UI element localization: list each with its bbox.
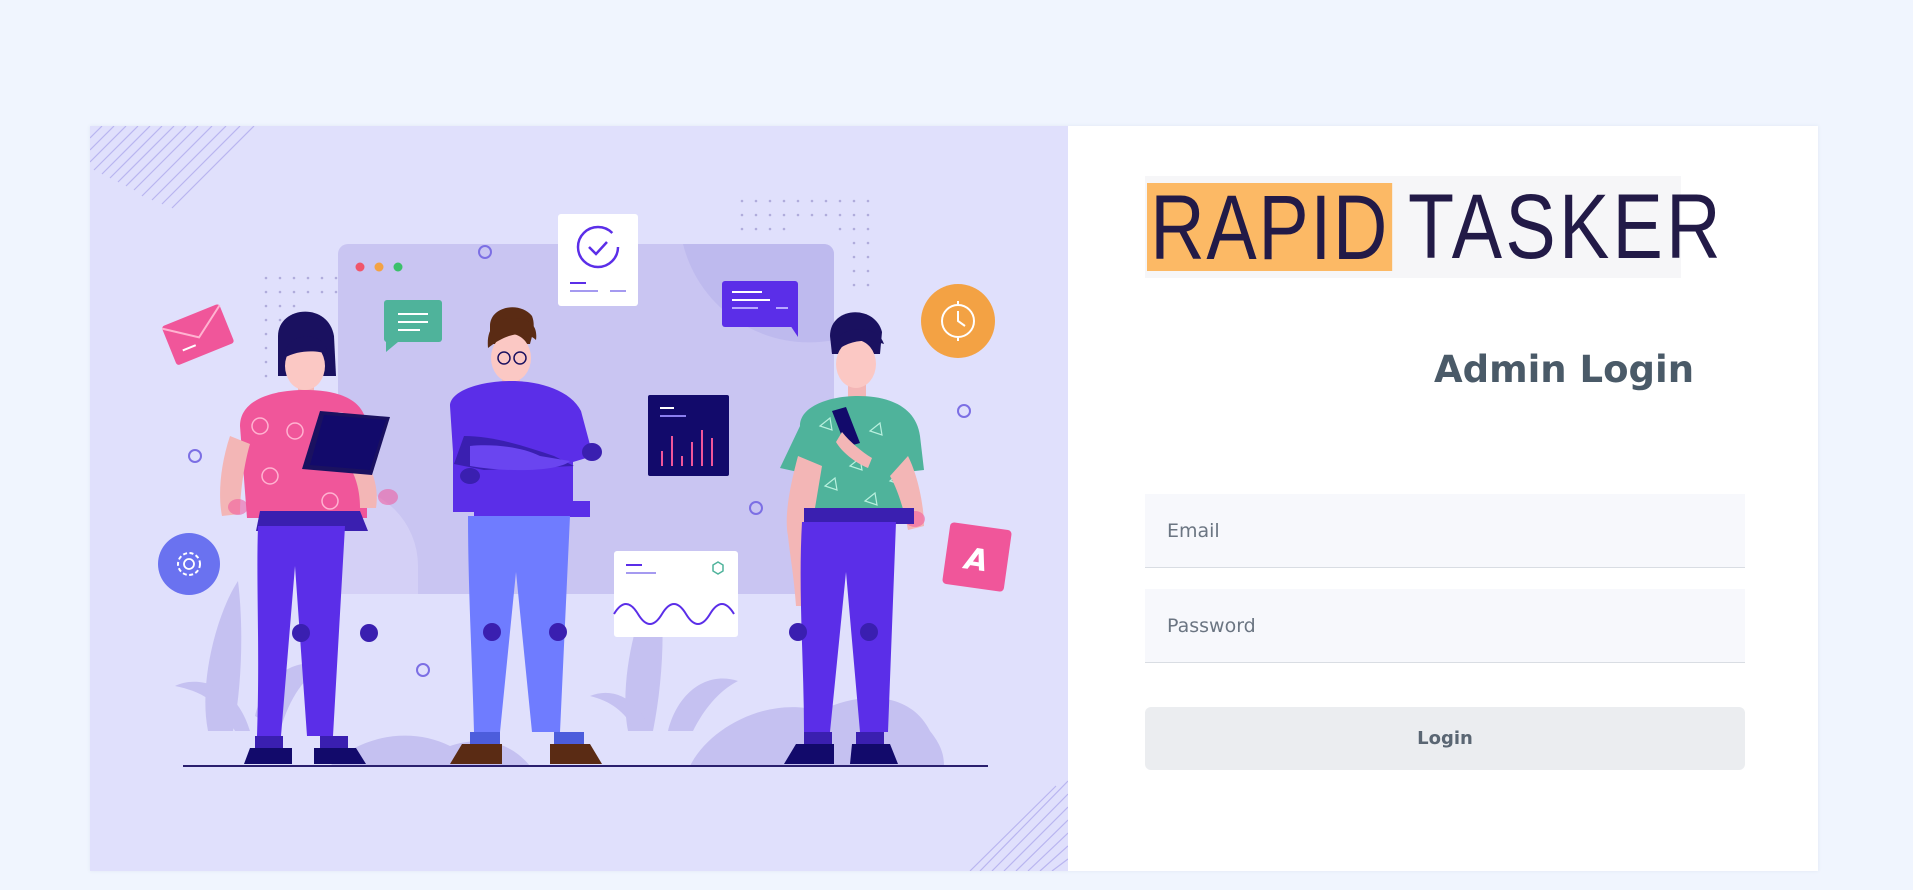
illustration-panel: A [90, 126, 1068, 871]
login-form-panel: RAPID TASKER Admin Login Login [1068, 126, 1818, 871]
login-button[interactable]: Login [1145, 707, 1745, 770]
corner-hatch-top-left [90, 126, 255, 209]
letter-tile-icon: A [942, 522, 1012, 592]
logo-word-tasker: TASKER [1408, 176, 1725, 278]
task-check-card [558, 214, 638, 306]
wave-chart-card [613, 551, 738, 637]
envelope-icon [161, 304, 234, 365]
logo-word-rapid: RAPID [1147, 182, 1393, 274]
password-field[interactable] [1145, 589, 1745, 663]
gear-icon [158, 533, 220, 595]
login-card: A RAPID TASKER Admin Login Email Login [90, 126, 1818, 871]
page-title: Admin Login [1433, 348, 1695, 391]
team-illustration: A [90, 126, 1068, 871]
clock-icon [921, 284, 995, 358]
corner-hatch-bottom-right [969, 780, 1068, 871]
bar-chart-card [648, 395, 729, 476]
email-field[interactable] [1145, 494, 1745, 568]
rapid-tasker-logo: RAPID TASKER [1145, 176, 1721, 278]
